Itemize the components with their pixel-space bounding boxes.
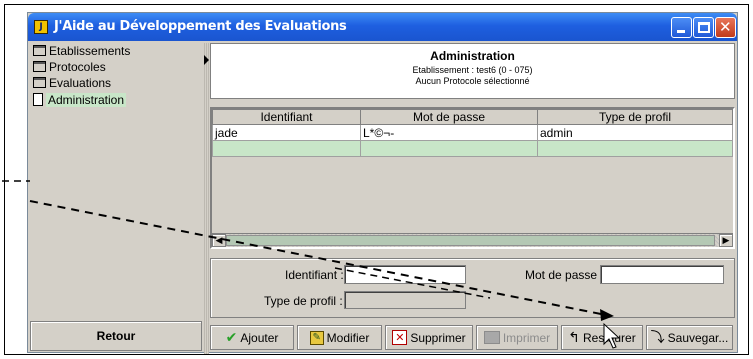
sidebar-item-evaluations[interactable]: Evaluations — [33, 75, 111, 90]
header-panel: Administration Etablissement : test6 (0 … — [210, 43, 735, 99]
profile-select[interactable] — [344, 291, 466, 309]
save-button[interactable]: ⤵ Sauvegar... — [646, 325, 733, 350]
establishment-info: Etablissement : test6 (0 - 075) — [412, 65, 533, 75]
maximize-button[interactable] — [693, 17, 714, 38]
back-button[interactable]: Retour — [30, 321, 202, 351]
scroll-left-icon[interactable]: ◀ — [212, 234, 226, 247]
sidebar-item-protocoles[interactable]: Protocoles — [33, 59, 106, 74]
sidebar-item-label: Protocoles — [49, 59, 106, 74]
delete-button[interactable]: ✕ Supprimer — [385, 325, 473, 350]
sidebar-item-label: Etablissements — [49, 43, 131, 58]
save-icon: ⤵ — [650, 329, 665, 346]
edit-icon: ✎ — [309, 330, 324, 345]
checkmark-icon: ✔ — [225, 329, 238, 346]
table-cell: jade — [212, 124, 361, 141]
table-row[interactable] — [212, 140, 733, 157]
close-button[interactable]: ✕ — [715, 17, 736, 38]
edit-form: Identifiant : Mot de passe : Type de pro… — [210, 258, 735, 318]
table-row[interactable]: jade L*©¬- admin — [212, 124, 733, 141]
save-button-label: Sauvegar... — [667, 330, 729, 345]
sidebar-item-label: Evaluations — [49, 75, 112, 90]
title-bar[interactable]: J J'Aide au Développement des Evaluation… — [28, 13, 737, 41]
modify-button-label: Modifier — [326, 330, 370, 345]
profile-label: Type de profil : — [264, 294, 343, 308]
restore-button[interactable]: ↰ Restaurer — [561, 325, 643, 350]
folder-icon — [33, 61, 46, 72]
document-icon — [33, 93, 43, 106]
main-panel: Administration Etablissement : test6 (0 … — [210, 43, 737, 352]
password-input[interactable] — [600, 265, 724, 284]
pane-splitter[interactable] — [204, 43, 209, 354]
scroll-thumb[interactable] — [226, 235, 715, 246]
table-cell — [212, 140, 361, 157]
minimize-icon — [677, 30, 685, 33]
print-button[interactable]: Imprimer — [476, 325, 558, 350]
identifiant-label: Identifiant : — [285, 268, 344, 282]
table-cell: admin — [537, 124, 733, 141]
add-button-label: Ajouter — [240, 330, 279, 345]
close-icon: ✕ — [719, 18, 732, 36]
delete-button-label: Supprimer — [410, 330, 466, 345]
folder-icon — [33, 45, 46, 56]
column-header-password[interactable]: Mot de passe — [360, 109, 538, 125]
maximize-icon — [698, 22, 710, 33]
sidebar-item-label: Administration — [46, 92, 127, 107]
column-header-profile[interactable]: Type de profil — [537, 109, 733, 125]
page-title: Administration — [430, 49, 515, 63]
protocol-info: Aucun Protocole sélectionné — [415, 76, 530, 86]
window-title: J'Aide au Développement des Evaluations — [54, 19, 347, 34]
sidebar-tree: Etablissements Protocoles Evaluations Ad… — [30, 43, 204, 314]
identifiant-input[interactable] — [344, 265, 466, 284]
password-label: Mot de passe : — [525, 268, 604, 282]
users-grid: Identifiant Mot de passe Type de profil … — [212, 109, 733, 157]
print-button-label: Imprimer — [502, 330, 551, 345]
sidebar-item-etablissements[interactable]: Etablissements — [33, 43, 130, 58]
scroll-right-icon[interactable]: ▶ — [719, 234, 733, 247]
add-button[interactable]: ✔ Ajouter — [210, 325, 294, 350]
users-table: Identifiant Mot de passe Type de profil … — [210, 107, 735, 249]
minimize-button[interactable] — [671, 17, 692, 38]
folder-icon — [33, 77, 46, 88]
modify-button[interactable]: ✎ Modifier — [297, 325, 382, 350]
app-logo-icon: J — [34, 20, 48, 34]
action-toolbar: ✔ Ajouter ✎ Modifier ✕ Supprimer Imprime… — [210, 323, 735, 352]
column-header-identifiant[interactable]: Identifiant — [212, 109, 361, 125]
sidebar-item-administration[interactable]: Administration — [33, 92, 127, 107]
table-cell — [537, 140, 733, 157]
table-cell — [360, 140, 538, 157]
table-cell: L*©¬- — [360, 124, 538, 141]
delete-icon: ✕ — [392, 330, 408, 345]
table-header-row: Identifiant Mot de passe Type de profil — [212, 109, 733, 125]
collapse-arrow-icon[interactable] — [204, 55, 209, 65]
printer-icon — [483, 331, 500, 344]
restore-button-label: Restaurer — [583, 330, 636, 345]
app-window: J J'Aide au Développement des Evaluation… — [27, 12, 738, 354]
restore-icon: ↰ — [568, 329, 581, 346]
horizontal-scrollbar[interactable]: ◀ ▶ — [212, 233, 733, 247]
